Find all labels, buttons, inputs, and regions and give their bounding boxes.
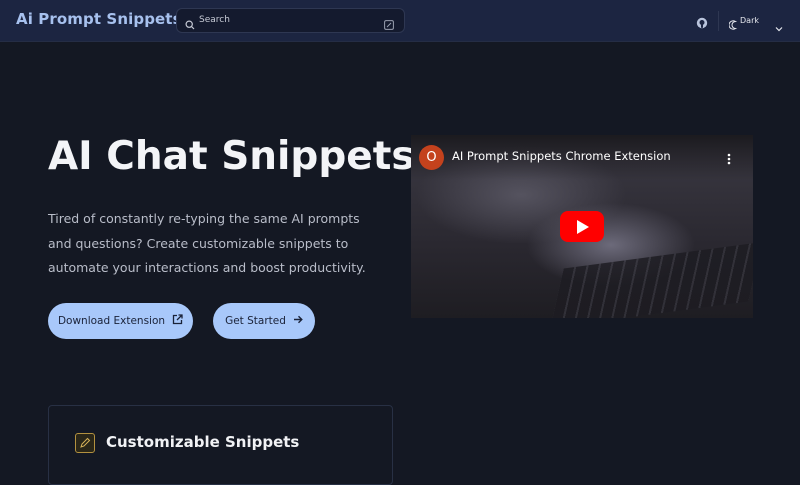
download-extension-button[interactable]: Download Extension — [48, 303, 193, 339]
play-button-icon[interactable] — [560, 211, 604, 242]
moon-icon[interactable] — [728, 15, 738, 34]
navbar: Ai Prompt Snippets Search Dark — [0, 0, 800, 42]
feature-card: Customizable Snippets — [48, 405, 393, 485]
feature-card-title: Customizable Snippets — [106, 433, 300, 451]
download-extension-label: Download Extension — [57, 315, 166, 327]
search-icon — [185, 15, 195, 34]
keyboard-shortcut-icon — [384, 15, 394, 34]
more-options-icon[interactable] — [727, 150, 731, 169]
chevron-down-icon[interactable] — [775, 17, 783, 36]
arrow-right-icon — [293, 315, 303, 327]
channel-avatar[interactable]: O — [419, 145, 444, 170]
hero-title: AI Chat Snippets — [48, 134, 415, 179]
video-player[interactable]: O AI Prompt Snippets Chrome Extension — [411, 135, 753, 318]
search-placeholder: Search — [199, 15, 230, 25]
brand-title[interactable]: Ai Prompt Snippets — [16, 10, 182, 28]
get-started-button[interactable]: Get Started — [213, 303, 315, 339]
nav-divider — [718, 11, 719, 31]
github-icon[interactable] — [696, 14, 708, 33]
search-input[interactable]: Search — [176, 8, 405, 33]
get-started-label: Get Started — [225, 315, 286, 327]
video-title[interactable]: AI Prompt Snippets Chrome Extension — [452, 149, 671, 163]
external-link-icon — [172, 314, 183, 328]
pencil-icon — [75, 433, 95, 453]
hero-description: Tired of constantly re-typing the same A… — [48, 211, 366, 275]
theme-toggle-label[interactable]: Dark — [740, 16, 759, 25]
